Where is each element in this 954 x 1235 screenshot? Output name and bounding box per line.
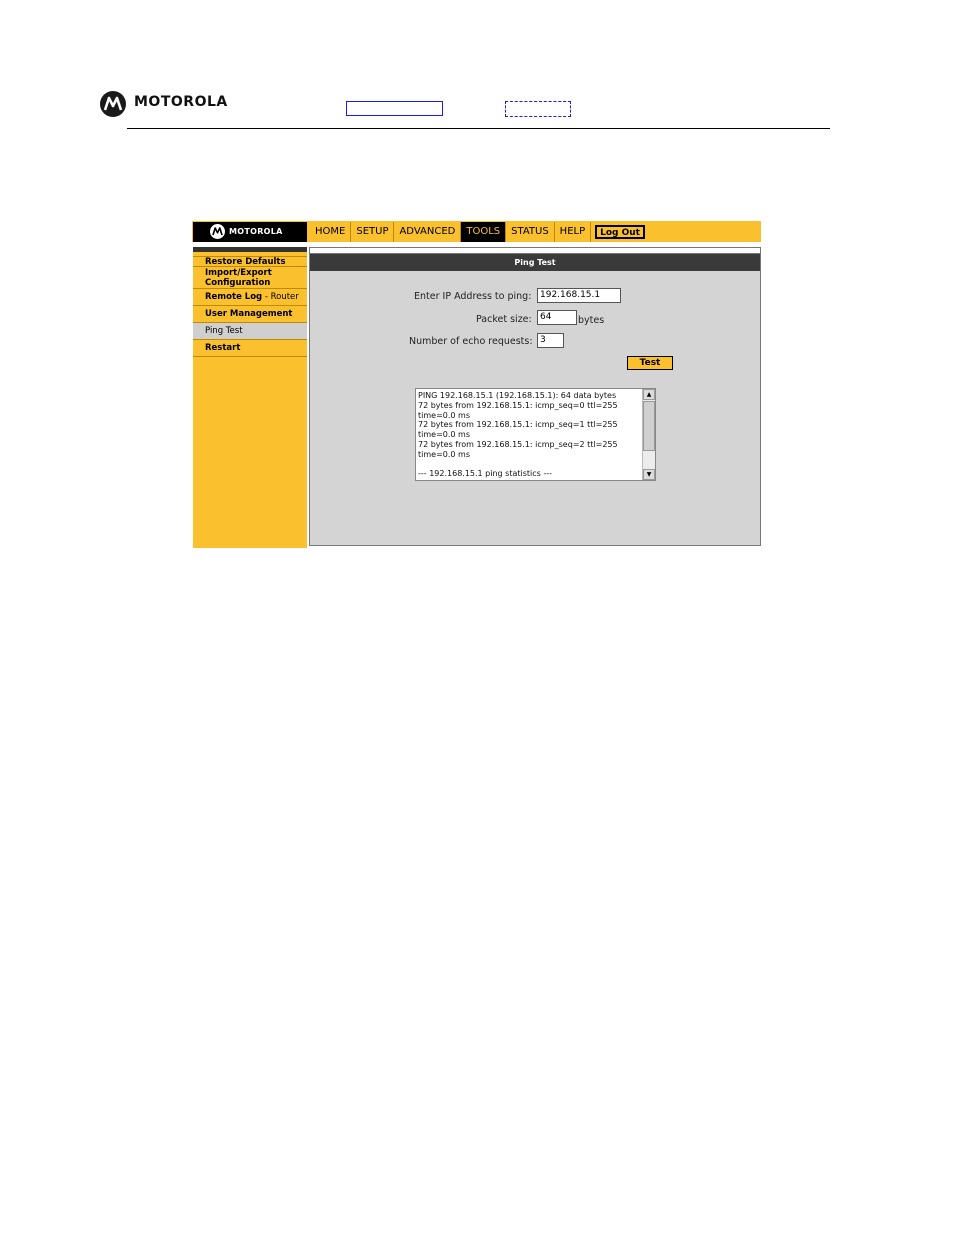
sidebar-item-user-management[interactable]: User Management (193, 306, 307, 323)
sidebar-item-import-export[interactable]: Import/Export Configuration (193, 267, 307, 289)
ping-output-lines: PING 192.168.15.1 (192.168.15.1): 64 dat… (418, 391, 640, 479)
doc-brand: MOTOROLA (134, 94, 228, 110)
echo-requests-input[interactable]: 3 (537, 333, 564, 348)
ping-output-textarea[interactable]: PING 192.168.15.1 (192.168.15.1): 64 dat… (415, 388, 656, 481)
logout-button[interactable]: Log Out (595, 225, 645, 239)
nav-status[interactable]: STATUS (506, 222, 555, 242)
output-line: --- 192.168.15.1 ping statistics --- (418, 469, 553, 479)
echo-requests-label: Number of echo requests: (409, 336, 533, 347)
nav-advanced[interactable]: ADVANCED (394, 222, 462, 242)
ui-brand: MOTOROLA (229, 227, 283, 236)
ui-logo-area: MOTOROLA (193, 222, 307, 242)
sidebar-item-label: User Management (205, 309, 293, 319)
sidebar-item-label: Ping Test (205, 326, 243, 336)
sidebar-item-restart[interactable]: Restart (193, 340, 307, 357)
sidebar-item-label: Restore Defaults (205, 257, 286, 267)
sidebar-item-label: Remote Log (205, 292, 263, 302)
output-line: 72 bytes from 192.168.15.1: icmp_seq=1 t… (418, 420, 618, 430)
sidebar-item-sublabel: - Router (262, 292, 299, 302)
nav-tools[interactable]: TOOLS (461, 222, 507, 242)
scroll-up-arrow-icon[interactable]: ▲ (643, 389, 655, 400)
header-link-box[interactable] (346, 101, 443, 116)
scroll-down-arrow-icon[interactable]: ▼ (643, 469, 655, 480)
ip-address-input[interactable]: 192.168.15.1 (537, 288, 621, 303)
motorola-logo-icon (210, 224, 225, 239)
sidebar-item-ping-test[interactable]: Ping Test (193, 323, 307, 340)
sidebar: Restore Defaults Import/Export Configura… (193, 247, 307, 548)
test-button[interactable]: Test (627, 356, 673, 370)
packet-size-unit: bytes (578, 315, 605, 326)
page-title: Ping Test (310, 254, 760, 271)
output-line: 72 bytes from 192.168.15.1: icmp_seq=0 t… (418, 400, 618, 410)
scroll-thumb[interactable] (643, 401, 655, 451)
top-bar: MOTOROLA HOME SETUP ADVANCED TOOLS STATU… (192, 221, 761, 242)
nav-help[interactable]: HELP (555, 222, 592, 242)
main-nav: HOME SETUP ADVANCED TOOLS STATUS HELP Lo… (310, 222, 645, 242)
header-divider (127, 128, 830, 129)
sidebar-item-label: Restart (205, 343, 241, 353)
motorola-logo-icon (100, 91, 126, 117)
output-line: time=0.0 ms (418, 449, 471, 459)
output-line: time=0.0 ms (418, 410, 471, 420)
router-ui-screenshot: MOTOROLA HOME SETUP ADVANCED TOOLS STATU… (192, 221, 761, 548)
sidebar-item-label: Import/Export Configuration (205, 268, 272, 288)
output-scrollbar[interactable]: ▲ ▼ (642, 389, 655, 480)
output-line: PING 192.168.15.1 (192.168.15.1): 64 dat… (418, 391, 617, 400)
sidebar-item-remote-log[interactable]: Remote Log - Router (193, 289, 307, 306)
header-link-box-dashed[interactable] (505, 101, 571, 117)
output-line: 72 bytes from 192.168.15.1: icmp_seq=2 t… (418, 439, 618, 449)
output-line: time=0.0 ms (418, 430, 471, 440)
packet-size-label: Packet size: (476, 314, 532, 325)
ip-address-label: Enter IP Address to ping: (414, 291, 532, 302)
nav-setup[interactable]: SETUP (351, 222, 395, 242)
nav-home[interactable]: HOME (310, 222, 352, 242)
packet-size-input[interactable]: 64 (537, 310, 577, 325)
sidebar-item-restore-defaults[interactable]: Restore Defaults (193, 257, 307, 267)
main-panel: Ping Test Enter IP Address to ping: 192.… (309, 247, 761, 546)
